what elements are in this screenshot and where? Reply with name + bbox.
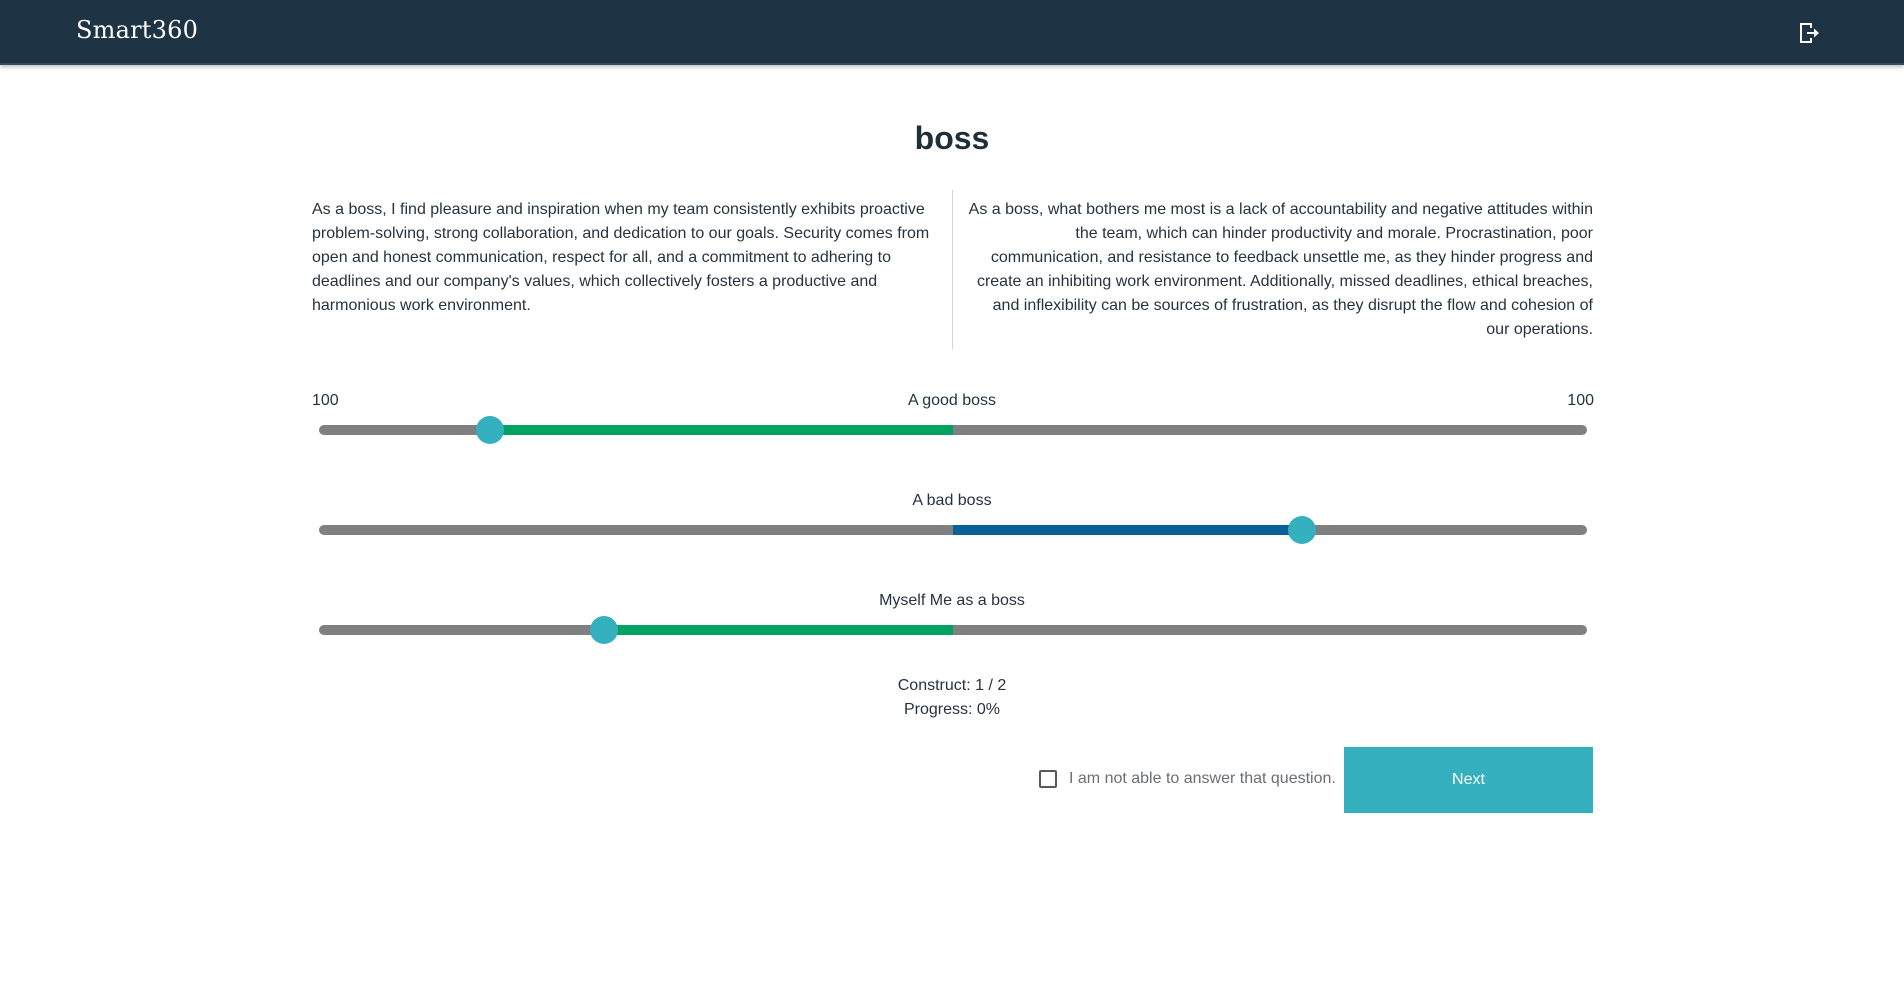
slider-label-myself: Myself Me as a boss [879,592,1025,609]
construct-counter: Construct: 1 / 2 [897,677,1007,694]
slider-good-boss[interactable] [319,416,1587,444]
next-button[interactable]: Next [1344,747,1593,813]
top-navbar: Smart360 [0,0,1904,65]
negative-pole-description: As a boss, what bothers me most is a lac… [968,201,1593,338]
slider-label-bad-boss: A bad boss [912,492,992,509]
logout-icon[interactable] [1796,20,1822,46]
description-divider [952,190,953,350]
brand-logo[interactable]: Smart360 [76,16,198,44]
slider-thumb[interactable] [476,416,505,444]
slider-myself[interactable] [319,616,1587,644]
positive-pole-description: As a boss, I find pleasure and inspirati… [312,201,930,314]
slider-thumb[interactable] [1287,516,1316,544]
slider-fill [953,525,1302,535]
slider-fill [604,625,953,635]
slider-thumb[interactable] [590,616,619,644]
page-title: boss [914,120,990,156]
not-able-label: I am not able to answer that question. [1069,770,1336,787]
slider-label-good-boss: A good boss [907,392,997,409]
slider-fill [490,425,953,435]
slider-bad-boss[interactable] [319,516,1587,544]
progress-text: Progress: 0% [903,701,1001,718]
not-able-checkbox[interactable] [1039,770,1057,788]
not-able-option[interactable]: I am not able to answer that question. [1039,768,1336,790]
